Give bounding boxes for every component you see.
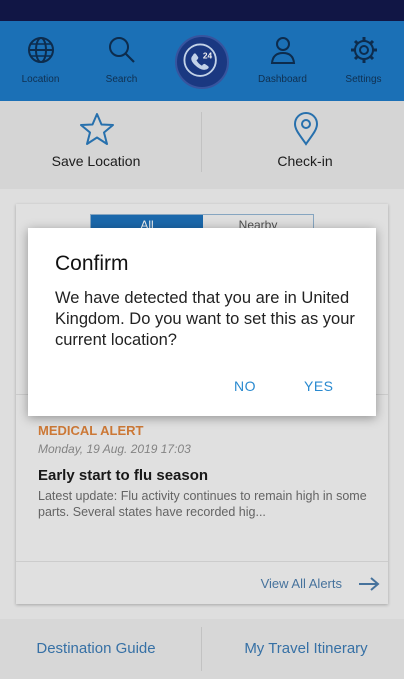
dialog-message: We have detected that you are in United … bbox=[55, 289, 355, 349]
no-button[interactable]: NO bbox=[234, 378, 256, 394]
confirm-dialog: Confirm We have detected that you are in… bbox=[28, 228, 376, 416]
yes-button[interactable]: YES bbox=[304, 378, 334, 394]
dialog-title: Confirm bbox=[55, 252, 129, 275]
